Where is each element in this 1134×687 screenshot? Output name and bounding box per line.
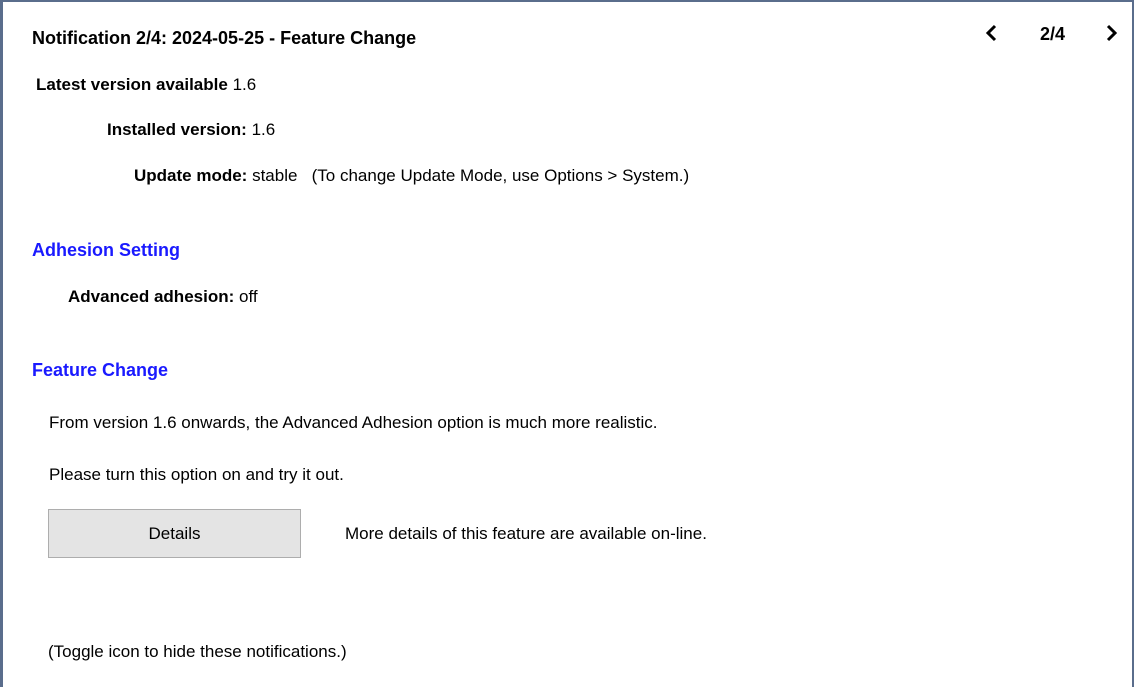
latest-version-row: Latest version available 1.6 [36,75,256,95]
installed-version-label: Installed version: [107,120,247,139]
feature-instruction: Please turn this option on and try it ou… [49,465,344,484]
notification-counter: 2/4 [1040,24,1066,44]
details-note: More details of this feature are availab… [345,524,707,543]
update-mode-row: Update mode: stable (To change Update Mo… [134,166,689,186]
toggle-hint: (Toggle icon to hide these notifications… [48,642,347,661]
update-mode-hint: (To change Update Mode, use Options > Sy… [311,166,690,185]
notification-panel [0,0,1134,687]
latest-version-value: 1.6 [232,75,257,94]
advanced-adhesion-label: Advanced adhesion: [68,287,235,306]
next-notification-icon[interactable] [1103,24,1119,47]
adhesion-setting-heading: Adhesion Setting [32,240,180,260]
advanced-adhesion-row: Advanced adhesion: off [68,287,258,307]
update-mode-label: Update mode: [134,166,248,185]
feature-description: From version 1.6 onwards, the Advanced A… [49,413,658,432]
advanced-adhesion-value: off [239,287,258,306]
notification-title: Notification 2/4: 2024-05-25 - Feature C… [32,28,417,48]
update-mode-value: stable [252,166,298,185]
installed-version-row: Installed version: 1.6 [107,120,275,140]
latest-version-label: Latest version available [36,75,228,94]
details-button[interactable]: Details [48,509,301,558]
installed-version-value: 1.6 [251,120,276,139]
feature-change-heading: Feature Change [32,360,169,380]
previous-notification-icon[interactable] [984,24,1000,47]
